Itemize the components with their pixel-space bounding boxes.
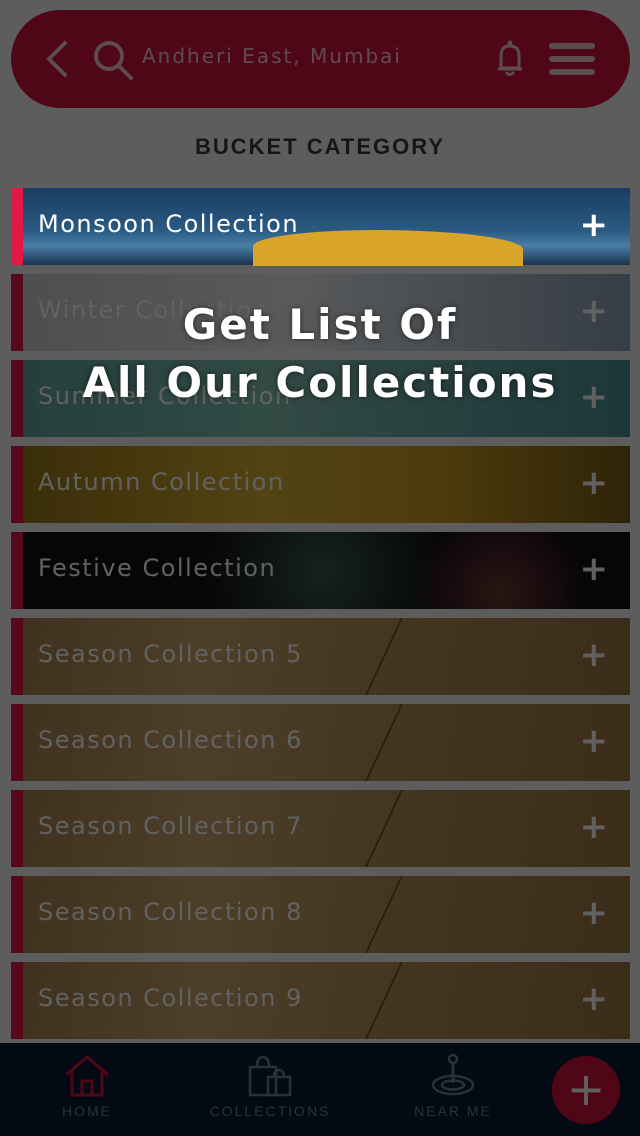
expand-plus-icon[interactable]: + <box>580 208 609 242</box>
location-person-icon <box>431 1053 475 1096</box>
expand-plus-icon[interactable]: + <box>580 896 609 930</box>
home-icon <box>65 1055 109 1097</box>
row-accent-stripe <box>11 962 23 1039</box>
expand-plus-icon[interactable]: + <box>580 466 609 500</box>
row-accent-stripe <box>11 790 23 867</box>
collection-row-season-8[interactable]: Season Collection 8 + <box>11 876 630 953</box>
page-title: BUCKET CATEGORY <box>195 134 445 159</box>
collection-label: Season Collection 9 <box>38 984 303 1012</box>
notification-bell-icon[interactable] <box>495 38 525 78</box>
nav-collections-label: COLLECTIONS <box>209 1103 331 1119</box>
expand-plus-icon[interactable]: + <box>580 724 609 758</box>
nav-home[interactable]: HOME <box>52 1053 122 1119</box>
collection-label: Season Collection 7 <box>38 812 303 840</box>
bottom-navigation: HOME COLLECTIONS NEAR ME <box>0 1043 640 1136</box>
coach-mark-text: Get List Of All Our Collections <box>0 296 640 412</box>
collection-label: Season Collection 8 <box>38 898 303 926</box>
row-accent-stripe <box>11 876 23 953</box>
collection-row-season-7[interactable]: Season Collection 7 + <box>11 790 630 867</box>
row-accent-stripe <box>11 188 23 265</box>
row-accent-stripe <box>11 532 23 609</box>
row-accent-stripe <box>11 704 23 781</box>
expand-plus-icon[interactable]: + <box>580 552 609 586</box>
highlighted-collection-row[interactable]: Monsoon Collection + <box>11 188 630 266</box>
collection-label: Season Collection 6 <box>38 726 303 754</box>
coach-mark-line-1: Get List Of <box>182 300 458 349</box>
row-accent-stripe <box>11 618 23 695</box>
row-accent-stripe <box>11 446 23 523</box>
collection-label: Autumn Collection <box>38 468 285 496</box>
back-arrow-icon[interactable] <box>41 39 75 79</box>
collection-row-season-6[interactable]: Season Collection 6 + <box>11 704 630 781</box>
expand-plus-icon[interactable]: + <box>580 982 609 1016</box>
search-icon[interactable] <box>91 38 135 82</box>
coach-mark-line-2: All Our Collections <box>82 358 558 407</box>
nav-home-label: HOME <box>62 1103 112 1119</box>
collection-label: Monsoon Collection <box>38 210 300 238</box>
location-text[interactable]: Andheri East, Mumbai <box>142 44 402 68</box>
collection-row-autumn[interactable]: Autumn Collection + <box>11 446 630 523</box>
expand-plus-icon[interactable]: + <box>580 810 609 844</box>
hamburger-menu-icon[interactable] <box>547 41 597 77</box>
nav-near-me[interactable]: NEAR ME <box>408 1053 498 1119</box>
collection-row-season-9[interactable]: Season Collection 9 + <box>11 962 630 1039</box>
nav-near-me-label: NEAR ME <box>414 1103 492 1119</box>
collection-label: Season Collection 5 <box>38 640 303 668</box>
add-fab-button[interactable]: + <box>552 1056 620 1124</box>
shopping-bags-icon <box>248 1055 292 1097</box>
collection-row-season-5[interactable]: Season Collection 5 + <box>11 618 630 695</box>
nav-collections[interactable]: COLLECTIONS <box>205 1053 335 1119</box>
collection-row-festive[interactable]: Festive Collection + <box>11 532 630 609</box>
top-bar: Andheri East, Mumbai <box>11 10 630 108</box>
expand-plus-icon[interactable]: + <box>580 638 609 672</box>
collection-label: Festive Collection <box>38 554 277 582</box>
